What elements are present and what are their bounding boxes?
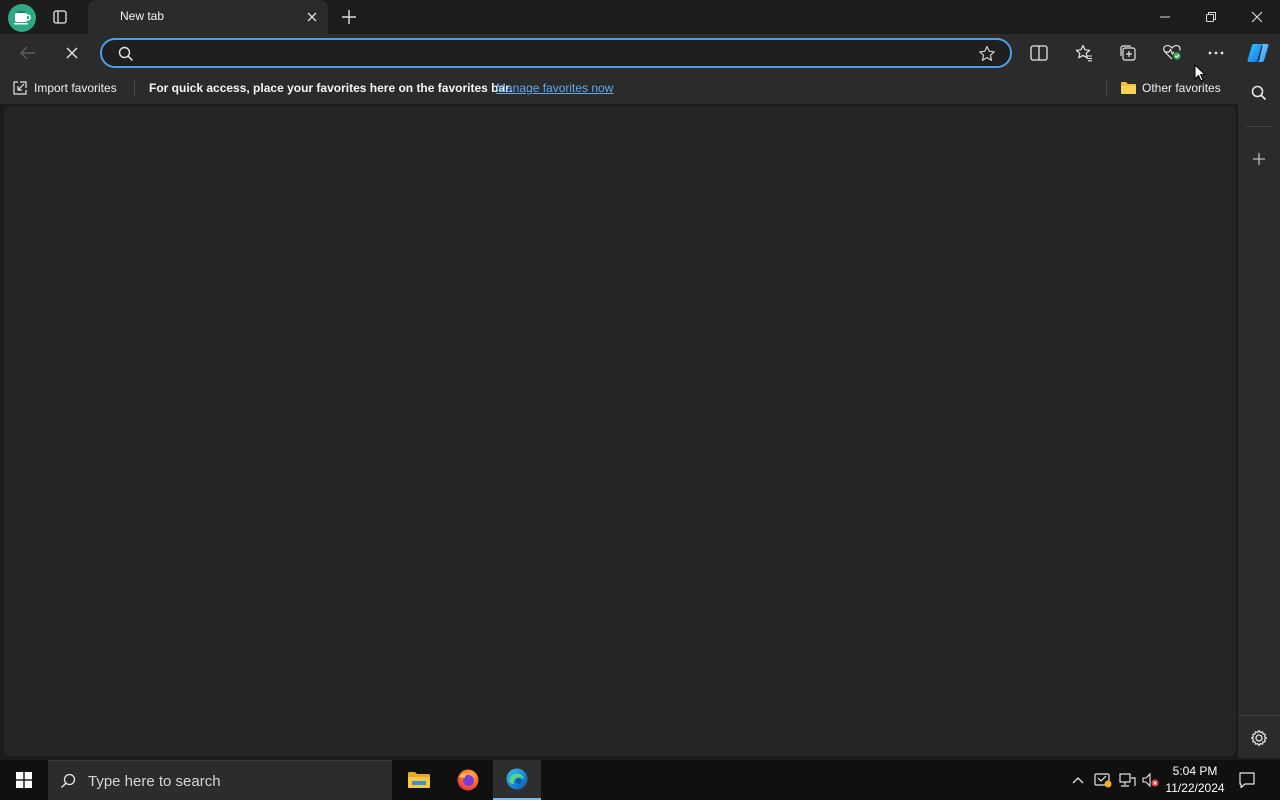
taskbar-edge[interactable] bbox=[493, 760, 541, 800]
mouse-cursor-icon bbox=[1194, 64, 1206, 82]
search-icon bbox=[1251, 85, 1267, 101]
split-screen-button[interactable] bbox=[1025, 39, 1053, 67]
favorites-bar: Import favorites For quick access, place… bbox=[0, 72, 1238, 104]
add-favorite-star-icon[interactable] bbox=[978, 45, 996, 63]
close-icon bbox=[66, 47, 78, 59]
chevron-up-icon bbox=[1072, 777, 1084, 784]
edge-sidebar bbox=[1238, 72, 1280, 758]
page-content bbox=[4, 106, 1236, 756]
close-icon bbox=[307, 12, 317, 22]
back-button[interactable] bbox=[14, 39, 42, 67]
tab-new-tab[interactable]: New tab bbox=[88, 0, 328, 34]
favorites-bar-message: For quick access, place your favorites h… bbox=[149, 81, 513, 95]
start-button[interactable] bbox=[0, 760, 48, 800]
settings-more-button[interactable] bbox=[1202, 39, 1230, 67]
plus-icon bbox=[1253, 153, 1265, 165]
windows-taskbar: Type here to search 5:04 PM 11/22/2024 bbox=[0, 760, 1280, 800]
plus-icon bbox=[342, 10, 356, 24]
browser-essentials-button[interactable] bbox=[1158, 39, 1186, 67]
windows-logo-icon bbox=[16, 772, 32, 788]
stop-loading-button[interactable] bbox=[58, 39, 86, 67]
taskbar-firefox[interactable] bbox=[444, 760, 492, 800]
heartbeat-icon bbox=[1163, 44, 1181, 60]
restore-icon bbox=[1206, 12, 1216, 22]
search-icon bbox=[118, 46, 134, 62]
profile-icon bbox=[14, 11, 31, 25]
tray-volume[interactable] bbox=[1141, 770, 1161, 790]
taskbar-file-explorer[interactable] bbox=[395, 760, 443, 800]
edge-icon bbox=[506, 768, 528, 790]
favorites-star-list-icon bbox=[1075, 44, 1092, 62]
show-hidden-icons-button[interactable] bbox=[1068, 770, 1088, 790]
close-icon bbox=[1251, 11, 1263, 23]
taskbar-clock[interactable]: 5:04 PM 11/22/2024 bbox=[1162, 763, 1228, 797]
copilot-icon bbox=[1247, 44, 1269, 62]
other-favorites-label: Other favorites bbox=[1142, 81, 1221, 95]
close-tab-button[interactable] bbox=[304, 9, 320, 25]
manage-favorites-link[interactable]: Manage favorites now bbox=[496, 81, 613, 95]
firefox-icon bbox=[457, 769, 479, 791]
copilot-button[interactable] bbox=[1244, 39, 1272, 67]
navigation-toolbar bbox=[0, 34, 1280, 72]
address-input[interactable] bbox=[142, 44, 962, 62]
sidebar-search-button[interactable] bbox=[1246, 80, 1272, 106]
network-icon bbox=[1119, 773, 1136, 787]
tab-actions-button[interactable] bbox=[48, 7, 72, 27]
tab-actions-icon bbox=[53, 10, 67, 24]
new-tab-button[interactable] bbox=[338, 6, 360, 28]
volume-muted-icon bbox=[1142, 772, 1159, 788]
tab-title: New tab bbox=[120, 9, 165, 23]
action-center-button[interactable] bbox=[1237, 770, 1257, 790]
clock-date: 11/22/2024 bbox=[1165, 781, 1225, 795]
back-arrow-icon bbox=[20, 46, 35, 60]
taskbar-search-box[interactable]: Type here to search bbox=[48, 760, 392, 800]
address-bar[interactable] bbox=[100, 38, 1012, 68]
more-dots-icon bbox=[1208, 51, 1224, 55]
security-warning-icon bbox=[1094, 773, 1112, 788]
title-bar: New tab bbox=[0, 0, 1280, 34]
import-icon bbox=[13, 81, 27, 95]
sidebar-settings-button[interactable] bbox=[1246, 725, 1272, 751]
import-favorites-button[interactable]: Import favorites bbox=[10, 72, 122, 104]
collections-icon bbox=[1120, 45, 1136, 61]
folder-icon bbox=[1121, 82, 1136, 94]
close-window-button[interactable] bbox=[1234, 0, 1280, 34]
divider bbox=[134, 79, 135, 97]
sidebar-divider bbox=[1246, 126, 1272, 127]
restore-button[interactable] bbox=[1188, 0, 1234, 34]
favorites-button[interactable] bbox=[1070, 39, 1098, 67]
gear-icon bbox=[1250, 729, 1268, 747]
minimize-button[interactable] bbox=[1142, 0, 1188, 34]
tray-network[interactable] bbox=[1117, 770, 1137, 790]
notification-icon bbox=[1239, 772, 1255, 789]
clock-time: 5:04 PM bbox=[1172, 764, 1218, 778]
minimize-icon bbox=[1160, 16, 1170, 18]
file-explorer-icon bbox=[408, 772, 430, 788]
search-icon bbox=[61, 773, 76, 788]
split-screen-icon bbox=[1030, 45, 1048, 61]
sidebar-divider bbox=[1238, 715, 1280, 716]
collections-button[interactable] bbox=[1114, 39, 1142, 67]
other-favorites-folder[interactable]: Other favorites bbox=[1118, 72, 1230, 104]
profile-avatar[interactable] bbox=[8, 4, 36, 32]
tray-security[interactable] bbox=[1093, 770, 1113, 790]
taskbar-search-placeholder: Type here to search bbox=[88, 773, 221, 790]
sidebar-add-button[interactable] bbox=[1246, 146, 1272, 172]
divider bbox=[1106, 79, 1107, 97]
import-favorites-label: Import favorites bbox=[34, 81, 117, 95]
